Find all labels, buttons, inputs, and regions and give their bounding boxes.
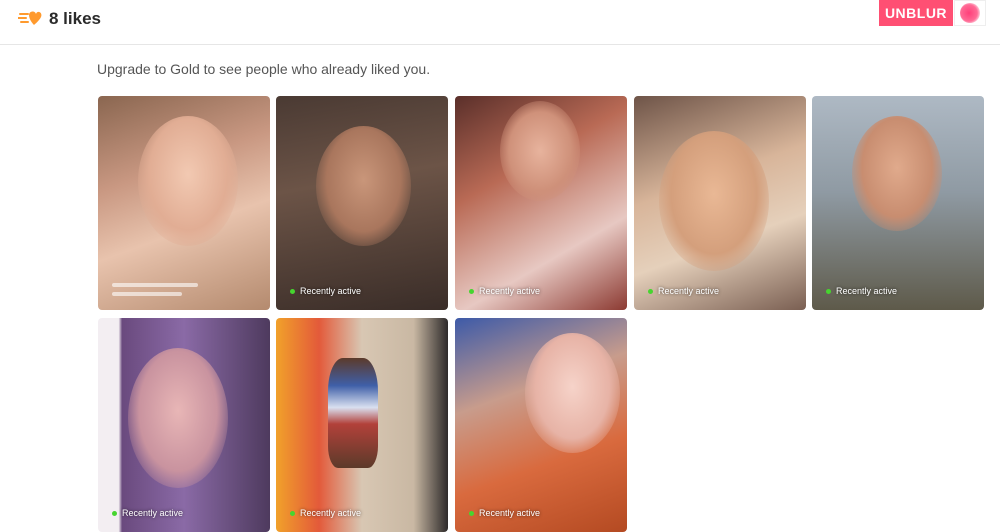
status-badge: Recently active bbox=[826, 286, 897, 296]
likes-count-title: 8 likes bbox=[49, 9, 101, 28]
online-dot-icon bbox=[648, 288, 653, 294]
like-card[interactable]: Recently active bbox=[98, 318, 270, 532]
online-dot-icon bbox=[290, 510, 295, 516]
profile-photo bbox=[138, 116, 238, 246]
profile-photo bbox=[328, 358, 378, 468]
profile-photo bbox=[852, 116, 942, 231]
status-badge: Recently active bbox=[290, 286, 361, 296]
card-loading-placeholder bbox=[112, 278, 198, 296]
status-badge: Recently active bbox=[469, 508, 540, 518]
status-badge: Recently active bbox=[112, 508, 183, 518]
profile-photo bbox=[659, 131, 769, 271]
like-card[interactable]: Recently active bbox=[455, 318, 627, 532]
profile-photo bbox=[128, 348, 228, 488]
online-dot-icon bbox=[290, 288, 295, 294]
profile-photo bbox=[316, 126, 411, 246]
online-dot-icon bbox=[826, 288, 831, 294]
gold-avatar-button[interactable] bbox=[954, 0, 986, 26]
profile-photo bbox=[525, 333, 620, 453]
like-card[interactable]: Recently active bbox=[455, 96, 627, 310]
online-dot-icon bbox=[469, 288, 474, 294]
status-badge: Recently active bbox=[469, 286, 540, 296]
status-badge: Recently active bbox=[290, 508, 361, 518]
online-dot-icon bbox=[112, 510, 117, 516]
like-card[interactable] bbox=[98, 96, 270, 310]
top-header: 8 likes UNBLUR bbox=[0, 0, 1000, 45]
like-card[interactable]: Recently active bbox=[812, 96, 984, 310]
online-dot-icon bbox=[469, 510, 474, 516]
status-text: Recently active bbox=[658, 286, 720, 296]
status-text: Recently active bbox=[300, 286, 362, 296]
status-badge: Recently active bbox=[648, 286, 719, 296]
status-text: Recently active bbox=[479, 286, 541, 296]
likes-icon bbox=[18, 11, 42, 25]
profile-photo bbox=[500, 101, 580, 201]
status-text: Recently active bbox=[122, 508, 184, 518]
like-card[interactable]: Recently active bbox=[634, 96, 806, 310]
avatar bbox=[960, 3, 980, 23]
upgrade-message: Upgrade to Gold to see people who alread… bbox=[97, 61, 431, 77]
status-text: Recently active bbox=[836, 286, 898, 296]
like-card[interactable]: Recently active bbox=[276, 318, 448, 532]
status-text: Recently active bbox=[479, 508, 541, 518]
status-text: Recently active bbox=[300, 508, 362, 518]
unblur-button[interactable]: UNBLUR bbox=[879, 0, 953, 26]
like-card[interactable]: Recently active bbox=[276, 96, 448, 310]
